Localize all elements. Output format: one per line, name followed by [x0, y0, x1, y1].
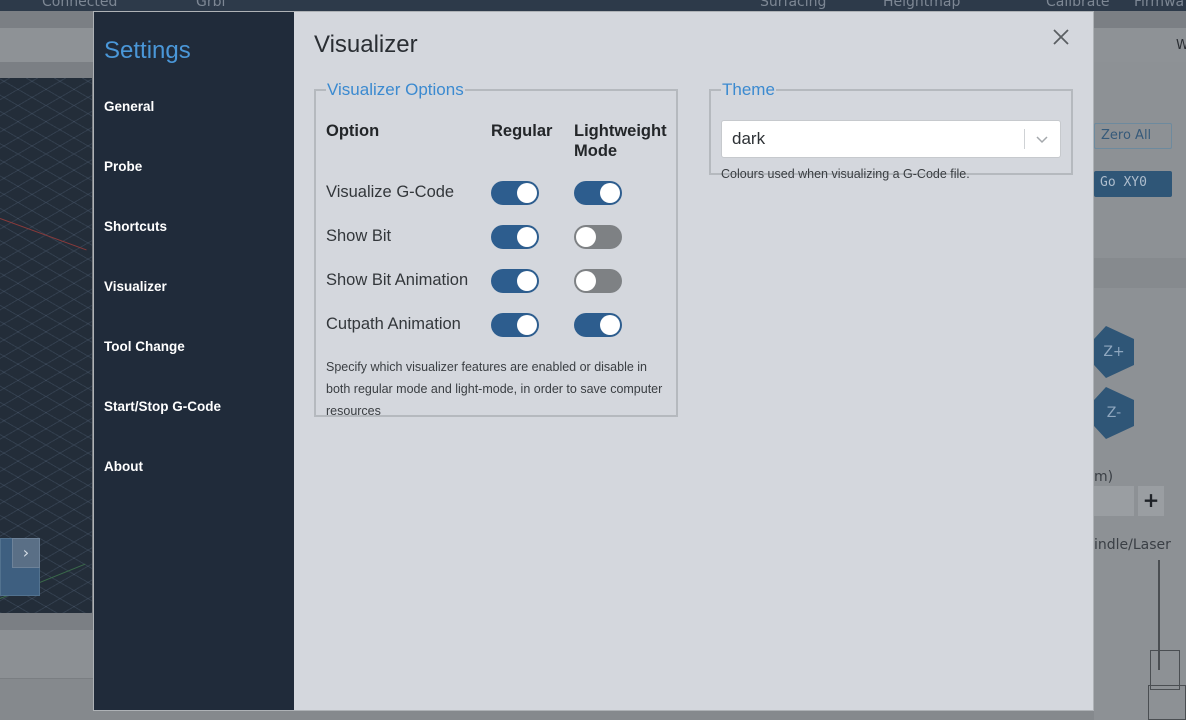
visualize-gcode-regular-toggle[interactable] — [491, 181, 539, 205]
nav-visualizer[interactable]: Visualizer — [94, 257, 294, 317]
settings-sidebar: Settings General Probe Shortcuts Visuali… — [94, 12, 294, 710]
cutpath-animation-regular-toggle[interactable] — [491, 313, 539, 337]
chevron-down-icon — [1036, 136, 1048, 144]
nav-tool-change[interactable]: Tool Change — [94, 317, 294, 377]
column-regular: Regular — [491, 122, 553, 140]
option-row: Show Bit — [316, 225, 676, 251]
settings-title: Settings — [104, 37, 191, 64]
visualize-gcode-lightweight-toggle[interactable] — [574, 181, 622, 205]
visualizer-options-group: Visualizer Options Option Regular Lightw… — [314, 80, 678, 418]
nav-about[interactable]: About — [94, 437, 294, 497]
tool-calibrate: Calibrate — [1046, 0, 1110, 10]
settings-modal: Settings General Probe Shortcuts Visuali… — [93, 11, 1094, 711]
close-icon — [1053, 29, 1069, 45]
show-bit-animation-regular-toggle[interactable] — [491, 269, 539, 293]
step-input — [1094, 486, 1134, 516]
theme-select[interactable]: dark — [721, 120, 1061, 158]
toggle-knob — [576, 227, 596, 247]
visualizer-options-legend: Visualizer Options — [327, 80, 464, 99]
toggle-knob — [517, 271, 537, 291]
header-right-label: W — [1176, 38, 1186, 53]
close-button[interactable] — [1046, 22, 1076, 52]
nav-probe[interactable]: Probe — [94, 137, 294, 197]
spindle-laser-tab: indle/Laser — [1094, 537, 1171, 553]
option-row: Cutpath Animation — [316, 313, 676, 339]
app-right-band — [1094, 258, 1186, 288]
tool-surfacing: Surfacing — [760, 0, 827, 10]
theme-legend: Theme — [722, 80, 775, 99]
theme-help-text: Colours used when visualizing a G-Code f… — [721, 167, 970, 181]
toggle-knob — [517, 315, 537, 335]
nav-start-stop-gcode[interactable]: Start/Stop G-Code — [94, 377, 294, 437]
option-row: Visualize G-Code — [316, 181, 676, 207]
nav-shortcuts[interactable]: Shortcuts — [94, 197, 294, 257]
visualizer-canvas — [0, 78, 92, 613]
page-title: Visualizer — [314, 31, 418, 58]
show-bit-animation-lightweight-toggle[interactable] — [574, 269, 622, 293]
show-bit-regular-toggle[interactable] — [491, 225, 539, 249]
option-row: Show Bit Animation — [316, 269, 676, 295]
toggle-knob — [576, 271, 596, 291]
machine-illustration — [1148, 560, 1186, 720]
tool-firmware: Firmwa — [1134, 0, 1185, 10]
chevron-right-icon: › — [12, 538, 40, 568]
x-axis-line — [0, 218, 87, 251]
show-bit-lightweight-toggle[interactable] — [574, 225, 622, 249]
option-label: Show Bit Animation — [326, 271, 469, 289]
cutpath-animation-lightweight-toggle[interactable] — [574, 313, 622, 337]
nav-general[interactable]: General — [94, 77, 294, 137]
step-unit-label: m) — [1094, 469, 1114, 485]
option-label: Cutpath Animation — [326, 315, 461, 333]
select-separator — [1024, 129, 1025, 149]
tool-heightmap: Heightmap — [883, 0, 961, 10]
options-description: Specify which visualizer features are en… — [326, 360, 663, 418]
column-lightweight: Lightweight Mode — [574, 122, 667, 160]
toggle-knob — [600, 183, 620, 203]
zero-all-button: Zero All — [1094, 123, 1172, 149]
option-label: Visualize G-Code — [326, 183, 455, 201]
toggle-knob — [517, 227, 537, 247]
connection-status: Connected — [42, 0, 118, 10]
settings-content: Visualizer Visualizer Options Option Reg… — [294, 12, 1093, 710]
go-xy0-button: Go XY0 — [1094, 171, 1172, 197]
column-option: Option — [326, 122, 380, 140]
step-plus-button: + — [1138, 486, 1164, 516]
theme-group: Theme dark Colours used when visualizing… — [709, 80, 1073, 181]
firmware-label: Grbl — [196, 0, 226, 10]
toggle-knob — [600, 315, 620, 335]
option-label: Show Bit — [326, 227, 392, 245]
theme-select-value: dark — [732, 129, 766, 148]
app-topbar: Connected Grbl Surfacing Heightmap Calib… — [0, 0, 1186, 11]
toggle-knob — [517, 183, 537, 203]
